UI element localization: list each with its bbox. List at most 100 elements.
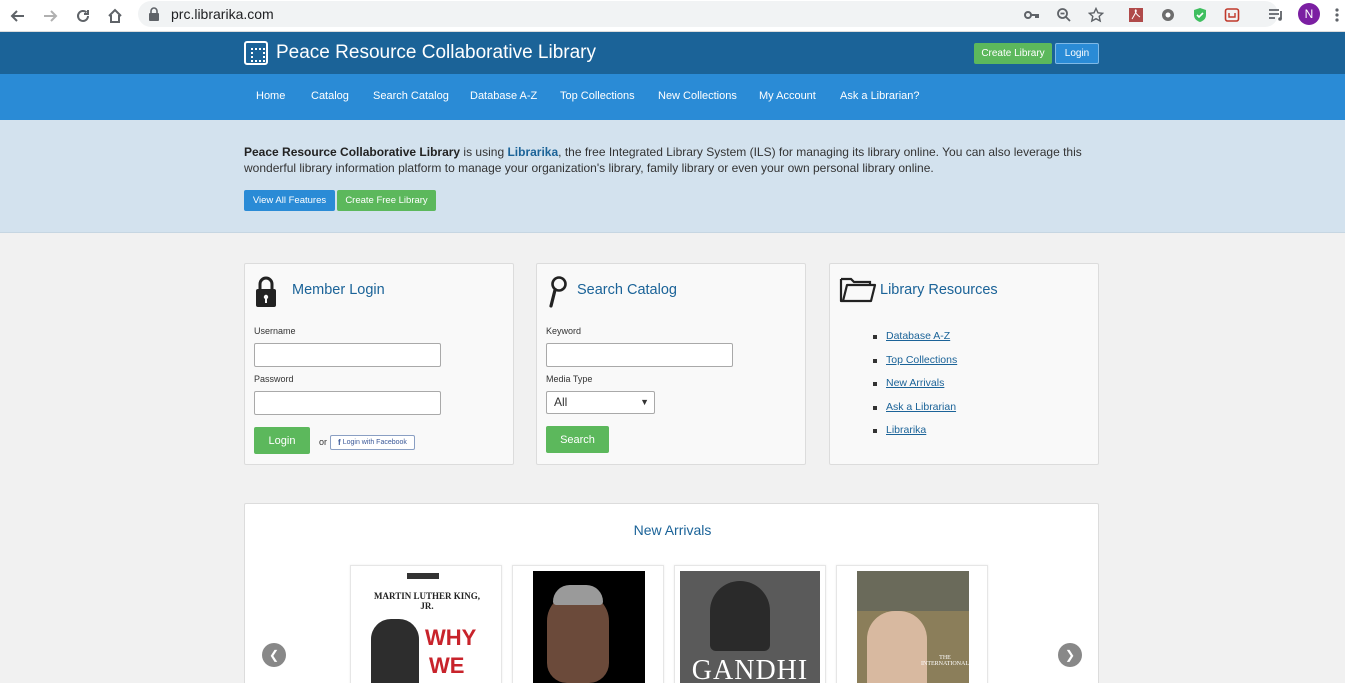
cover-portrait [867, 611, 927, 683]
chevron-left-icon: ❮ [268, 648, 280, 662]
carousel-prev-button[interactable]: ❮ [262, 643, 286, 667]
password-input[interactable] [254, 391, 441, 415]
book-cover-image[interactable]: MARTIN LUTHER KING, JR. WHY WE [371, 571, 483, 683]
promo-banner: Peace Resource Collaborative Library is … [0, 120, 1345, 233]
book-cover-image[interactable]: GANDHI [680, 571, 820, 683]
nav-item-new-collections[interactable]: New Collections [658, 90, 737, 102]
book-cover-title: THE INTERNATIONAL [921, 655, 969, 667]
profile-avatar[interactable]: N [1298, 3, 1320, 25]
cover-badge [407, 573, 439, 579]
search-catalog-title: Search Catalog [577, 282, 677, 298]
search-catalog-panel: Search Catalog Keyword Media Type All ▼ … [536, 263, 806, 465]
create-free-library-button[interactable]: Create Free Library [337, 190, 436, 211]
username-label: Username [254, 326, 296, 336]
promo-text: Peace Resource Collaborative Library is … [244, 144, 1104, 176]
book-card[interactable] [512, 565, 664, 683]
playlist-icon[interactable] [1266, 5, 1286, 25]
resource-link-ask-librarian[interactable]: Ask a Librarian [886, 401, 956, 413]
promo-library-name: Peace Resource Collaborative Library [244, 145, 461, 159]
back-icon[interactable] [6, 4, 30, 28]
resource-link-new-arrivals[interactable]: New Arrivals [886, 377, 944, 389]
resource-link-librarika[interactable]: Librarika [886, 424, 926, 436]
member-login-panel: Member Login Username Password Login or … [244, 263, 514, 465]
nav-item-home[interactable]: Home [256, 90, 285, 102]
create-library-button[interactable]: Create Library [974, 43, 1052, 64]
view-all-features-button[interactable]: View All Features [244, 190, 335, 211]
resources-list: Database A-Z Top Collections New Arrival… [872, 330, 957, 448]
carousel-next-button[interactable]: ❯ [1058, 643, 1082, 667]
cover-portrait [371, 619, 419, 683]
library-logo-icon[interactable] [244, 41, 268, 65]
media-type-label: Media Type [546, 374, 593, 384]
search-button[interactable]: Search [546, 426, 609, 453]
folder-icon [839, 276, 877, 307]
star-icon[interactable] [1086, 5, 1106, 25]
pdf-extension-icon[interactable] [1126, 5, 1146, 25]
chevron-right-icon: ❯ [1064, 648, 1076, 662]
resource-link-database-az[interactable]: Database A-Z [886, 330, 950, 342]
book-cover-image[interactable] [533, 571, 645, 683]
cover-portrait [547, 593, 609, 683]
nav-item-top-collections[interactable]: Top Collections [560, 90, 635, 102]
lock-icon[interactable] [148, 7, 160, 21]
cover-hair [553, 585, 603, 605]
library-resources-title: Library Resources [880, 282, 998, 298]
nav-item-catalog[interactable]: Catalog [311, 90, 349, 102]
book-cover-image[interactable]: THE INTERNATIONAL [857, 571, 969, 683]
address-bar[interactable] [138, 1, 1278, 27]
login-with-facebook-button[interactable]: f Login with Facebook [330, 435, 415, 450]
key-icon[interactable] [1022, 5, 1042, 25]
librarika-link[interactable]: Librarika [507, 145, 558, 159]
nav-item-my-account[interactable]: My Account [759, 90, 816, 102]
facebook-button-label: Login with Facebook [342, 439, 407, 446]
book-cover-title: MARTIN LUTHER KING, JR. [374, 591, 480, 611]
main-nav: Home Catalog Search Catalog Database A-Z… [0, 74, 1345, 120]
username-input[interactable] [254, 343, 441, 367]
list-item: New Arrivals [872, 377, 957, 401]
login-button[interactable]: Login [254, 427, 310, 454]
media-type-select[interactable]: All ▼ [546, 391, 655, 414]
home-icon[interactable] [103, 4, 127, 28]
media-type-value: All [554, 395, 568, 409]
resource-link-top-collections[interactable]: Top Collections [886, 354, 957, 366]
list-item: Ask a Librarian [872, 401, 957, 425]
facebook-icon: f [338, 438, 341, 447]
keyword-input[interactable] [546, 343, 733, 367]
or-text: or [319, 437, 328, 447]
cover-background [857, 571, 969, 611]
new-arrivals-title: New Arrivals [633, 522, 712, 538]
chevron-down-icon: ▼ [640, 397, 649, 407]
site-title[interactable]: Peace Resource Collaborative Library [276, 42, 596, 64]
book-card[interactable]: GANDHI [674, 565, 826, 683]
book-card[interactable]: THE INTERNATIONAL [836, 565, 988, 683]
forward-icon[interactable] [38, 4, 62, 28]
magnifier-icon [548, 275, 568, 312]
url-text[interactable]: prc.librarika.com [171, 6, 274, 22]
padlock-icon [254, 276, 278, 311]
shield-extension-icon[interactable] [1190, 5, 1210, 25]
extension-icon[interactable] [1222, 5, 1242, 25]
new-arrivals-section: New Arrivals ❮ ❯ MARTIN LUTHER KING, JR.… [244, 503, 1099, 683]
nav-item-database-az[interactable]: Database A-Z [470, 90, 537, 102]
member-login-title: Member Login [292, 282, 385, 298]
list-item: Database A-Z [872, 330, 957, 354]
header-login-button[interactable]: Login [1055, 43, 1099, 64]
promo-text-part: is using [460, 145, 508, 159]
book-cover-word: WE [429, 653, 465, 678]
library-resources-panel: Library Resources Database A-Z Top Colle… [829, 263, 1099, 465]
keyword-label: Keyword [546, 326, 582, 336]
extension-icon[interactable] [1158, 5, 1178, 25]
zoom-icon[interactable] [1054, 5, 1074, 25]
nav-item-search-catalog[interactable]: Search Catalog [373, 90, 449, 102]
browser-toolbar: prc.librarika.com N [0, 0, 1345, 32]
nav-item-ask-librarian[interactable]: Ask a Librarian? [840, 90, 920, 102]
book-cover-word: WHY [425, 625, 477, 650]
site-header: Peace Resource Collaborative Library Cre… [0, 32, 1345, 74]
password-label: Password [254, 374, 294, 384]
reload-icon[interactable] [71, 4, 95, 28]
menu-icon[interactable] [1330, 5, 1344, 25]
book-card[interactable]: MARTIN LUTHER KING, JR. WHY WE [350, 565, 502, 683]
list-item: Top Collections [872, 354, 957, 378]
list-item: Librarika [872, 424, 957, 448]
cover-portrait [710, 581, 770, 651]
